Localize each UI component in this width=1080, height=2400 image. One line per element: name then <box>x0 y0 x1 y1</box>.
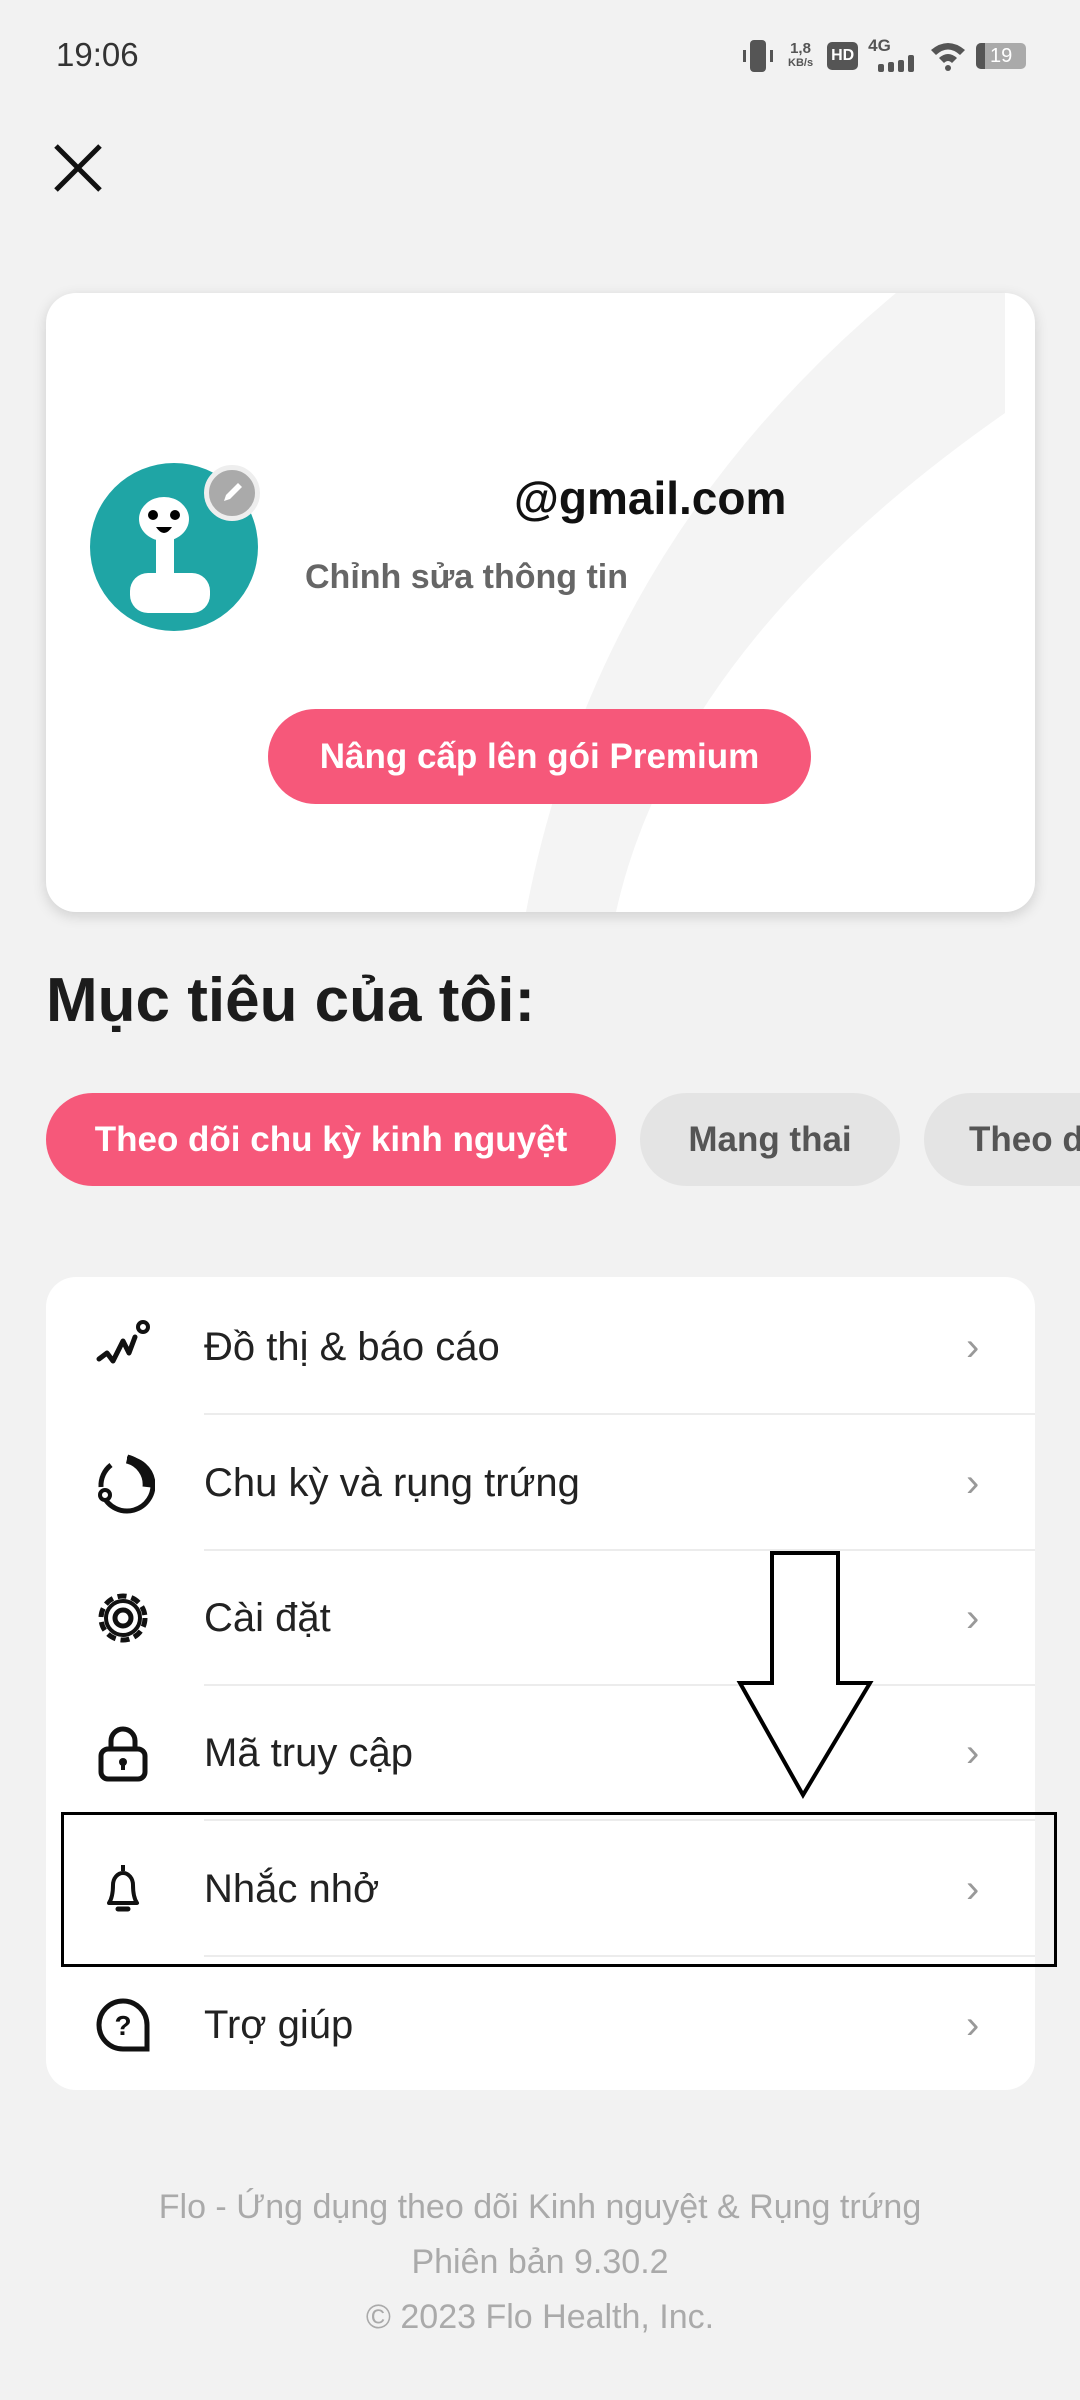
footer-version: Phiên bản 9.30.2 <box>411 2243 669 2281</box>
lock-icon <box>98 1726 148 1782</box>
footer-app-name: Flo - Ứng dụng theo dõi Kinh nguyệt & Rụ… <box>158 2188 922 2226</box>
profile-card: @gmail.com Chỉnh sửa thông tin Nâng cấp … <box>46 293 1035 912</box>
signal-icon: 4G <box>868 36 918 76</box>
footer-copyright: © 2023 Flo Health, Inc. <box>365 2298 715 2336</box>
pencil-icon <box>224 483 242 501</box>
gear-icon <box>98 1593 148 1643</box>
menu-label: Mã truy cập <box>204 1730 413 1775</box>
background-feather-decoration <box>526 293 1005 912</box>
edit-avatar-button[interactable] <box>204 465 260 521</box>
menu-label: Chu kỳ và rụng trứng <box>204 1460 580 1505</box>
chevron-right-icon: › <box>966 1460 980 1505</box>
chip-period-tracking[interactable]: Theo dõi chu kỳ kinh nguyệt <box>46 1093 616 1186</box>
menu-item-passcode[interactable]: Mã truy cập › <box>46 1685 1035 1821</box>
battery-level: 19 <box>990 44 1013 67</box>
user-email: @gmail.com <box>514 472 787 524</box>
menu-list: Đồ thị & báo cáo › Chu kỳ và rụng trứng … <box>46 1277 1035 2090</box>
close-icon[interactable] <box>50 140 106 196</box>
goal-chips-scroller[interactable]: Theo dõi chu kỳ kinh nguyệt Mang thai Th… <box>0 1093 1080 1186</box>
hd-icon: HD <box>827 42 859 70</box>
net-speed-unit: KB/s <box>788 57 814 69</box>
cycle-icon <box>98 1454 155 1514</box>
chevron-right-icon: › <box>966 2002 980 2047</box>
chevron-right-icon: › <box>966 1324 980 1369</box>
wifi-icon <box>931 43 966 71</box>
chart-icon <box>96 1320 150 1364</box>
menu-item-settings[interactable]: Cài đặt › <box>46 1550 1035 1686</box>
chevron-right-icon: › <box>966 1730 980 1775</box>
edit-info-link[interactable]: Chỉnh sửa thông tin <box>305 558 628 597</box>
vibrate-icon <box>743 40 773 72</box>
status-icons: 1,8 KB/s HD 4G 19 <box>740 36 1027 76</box>
menu-label: Cài đặt <box>204 1595 331 1640</box>
menu-item-charts[interactable]: Đồ thị & báo cáo › <box>46 1279 1035 1415</box>
status-time: 19:06 <box>56 36 139 73</box>
net-speed-value: 1,8 <box>790 40 811 57</box>
highlight-annotation-box <box>61 1812 1057 1967</box>
chip-pregnancy[interactable]: Mang thai <box>640 1093 900 1186</box>
battery-icon: 19 <box>976 43 1027 69</box>
menu-label: Đồ thị & báo cáo <box>204 1324 500 1369</box>
menu-label: Trợ giúp <box>204 2002 354 2047</box>
upgrade-premium-button[interactable]: Nâng cấp lên gói Premium <box>268 709 811 804</box>
svg-text:?: ? <box>114 2010 131 2041</box>
help-icon: ? <box>96 1998 150 2052</box>
goals-title: Mục tiêu của tôi: <box>46 966 536 1035</box>
menu-item-help[interactable]: ? Trợ giúp › <box>46 1957 1035 2093</box>
arrow-down-annotation-icon <box>736 1551 874 1799</box>
chip-pregnancy-tracking[interactable]: Theo dõi thai kỳ <box>924 1093 1080 1186</box>
chevron-right-icon: › <box>966 1595 980 1640</box>
menu-item-cycle[interactable]: Chu kỳ và rụng trứng › <box>46 1415 1035 1551</box>
